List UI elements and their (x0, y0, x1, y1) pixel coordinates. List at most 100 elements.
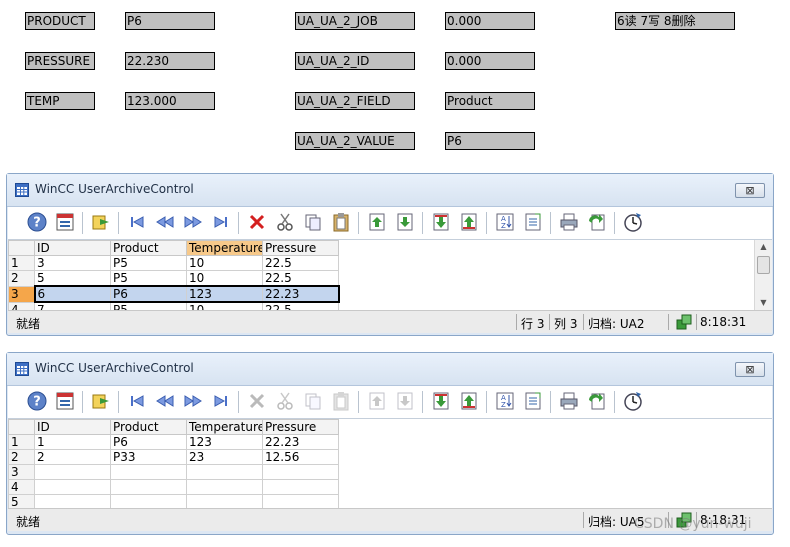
cell-id[interactable]: 2 (34, 449, 111, 465)
table-row[interactable]: 4 (8, 479, 339, 495)
cell-id[interactable]: 7 (34, 301, 111, 310)
table-row[interactable]: 2 2 P33 23 12.56 (8, 449, 339, 465)
close-button[interactable]: ⊠ (735, 362, 765, 377)
first-record-icon[interactable] (126, 211, 148, 233)
cut-icon[interactable] (274, 390, 296, 412)
row-number[interactable]: 4 (8, 479, 35, 495)
row-number[interactable]: 2 (8, 270, 35, 287)
cell-product[interactable]: P5 (110, 270, 187, 287)
cell-id[interactable]: 5 (34, 270, 111, 287)
print-icon[interactable] (558, 211, 580, 233)
column-header-id[interactable]: ID (34, 240, 111, 256)
row-number[interactable]: 5 (8, 494, 35, 508)
cell-product[interactable] (110, 494, 187, 508)
cell-product[interactable]: P5 (110, 301, 187, 310)
delete-icon[interactable] (246, 390, 268, 412)
next-page-icon[interactable] (182, 211, 204, 233)
connect-icon[interactable] (90, 211, 112, 233)
export-icon[interactable] (394, 211, 416, 233)
print-icon[interactable] (558, 390, 580, 412)
column-header-pressure[interactable]: Pressure (262, 419, 339, 435)
table-row-selected[interactable]: 3 6 P6 123 22.23 (8, 285, 340, 303)
id-value[interactable]: 0.000 (445, 52, 535, 70)
row-number[interactable]: 4 (8, 301, 35, 310)
row-number[interactable]: 3 (8, 285, 35, 303)
row-number[interactable]: 2 (8, 449, 35, 465)
connect-icon[interactable] (90, 390, 112, 412)
previous-page-icon[interactable] (154, 211, 176, 233)
previous-page-icon[interactable] (154, 390, 176, 412)
cell-id[interactable]: 3 (34, 255, 111, 271)
column-header-product[interactable]: Product (110, 419, 187, 435)
help-icon[interactable]: ? (26, 211, 48, 233)
cell-pressure[interactable] (262, 494, 339, 508)
cell-temperature[interactable]: 10 (186, 270, 263, 287)
cell-product[interactable] (110, 464, 187, 480)
cell-pressure[interactable]: 12.56 (262, 449, 339, 465)
paste-icon[interactable] (330, 390, 352, 412)
cell-product[interactable]: P6 (110, 434, 187, 450)
column-header-pressure[interactable]: Pressure (262, 240, 339, 256)
cell-id[interactable]: 1 (34, 434, 111, 450)
cell-pressure[interactable]: 22.23 (262, 434, 339, 450)
cell-temperature[interactable]: 123 (186, 434, 263, 450)
first-record-icon[interactable] (126, 390, 148, 412)
cell-temperature[interactable]: 10 (186, 255, 263, 271)
export-icon[interactable] (394, 390, 416, 412)
cell-temperature[interactable]: 23 (186, 449, 263, 465)
export-data-icon[interactable] (586, 390, 608, 412)
next-page-icon[interactable] (182, 390, 204, 412)
product-value[interactable]: P6 (125, 12, 215, 30)
cell-id[interactable]: 6 (33, 285, 111, 303)
dialog-settings-icon[interactable] (54, 211, 76, 233)
help-icon[interactable]: ? (26, 390, 48, 412)
vertical-scrollbar[interactable]: ▲ ▼ (754, 240, 772, 310)
write-tags-icon[interactable] (458, 390, 480, 412)
delete-icon[interactable] (246, 211, 268, 233)
field-value[interactable]: Product (445, 92, 535, 110)
cell-pressure[interactable]: 22.5 (262, 270, 339, 287)
sort-icon[interactable]: AZ (494, 211, 516, 233)
row-number[interactable]: 1 (8, 434, 35, 450)
job-value[interactable]: 0.000 (445, 12, 535, 30)
write-tags-icon[interactable] (458, 211, 480, 233)
cell-id[interactable] (34, 479, 111, 495)
cell-pressure[interactable]: 22.5 (262, 255, 339, 271)
read-tags-icon[interactable] (430, 390, 452, 412)
table-row[interactable]: 2 5 P5 10 22.5 (8, 270, 339, 287)
copy-icon[interactable] (302, 390, 324, 412)
paste-icon[interactable] (330, 211, 352, 233)
cell-temperature[interactable] (186, 464, 263, 480)
column-header-id[interactable]: ID (34, 419, 111, 435)
cut-icon[interactable] (274, 211, 296, 233)
last-record-icon[interactable] (210, 211, 232, 233)
column-header-temperature[interactable]: Temperature (186, 240, 263, 256)
table-row[interactable]: 1 1 P6 123 22.23 (8, 434, 339, 450)
scroll-up-arrow-icon[interactable]: ▲ (755, 240, 772, 254)
cell-temperature[interactable] (186, 479, 263, 495)
cell-product[interactable]: P6 (110, 285, 187, 303)
read-tags-icon[interactable] (430, 211, 452, 233)
cell-temperature[interactable]: 123 (186, 285, 263, 303)
select-data-icon[interactable] (522, 211, 544, 233)
row-number[interactable]: 1 (8, 255, 35, 271)
cell-product[interactable] (110, 479, 187, 495)
corner-cell[interactable] (8, 419, 35, 435)
cell-pressure[interactable]: 22.5 (262, 301, 339, 310)
timebase-icon[interactable] (622, 211, 644, 233)
dialog-settings-icon[interactable] (54, 390, 76, 412)
column-header-temperature[interactable]: Temperature (186, 419, 263, 435)
copy-icon[interactable] (302, 211, 324, 233)
cell-pressure[interactable] (262, 479, 339, 495)
table-row[interactable]: 5 (8, 494, 339, 508)
column-header-product[interactable]: Product (110, 240, 187, 256)
scroll-down-arrow-icon[interactable]: ▼ (755, 296, 772, 310)
table-row[interactable]: 4 7 P5 10 22.5 (8, 301, 339, 310)
cell-product[interactable]: P5 (110, 255, 187, 271)
value-value[interactable]: P6 (445, 132, 535, 150)
export-data-icon[interactable] (586, 211, 608, 233)
cell-temperature[interactable] (186, 494, 263, 508)
pressure-value[interactable]: 22.230 (125, 52, 215, 70)
import-icon[interactable] (366, 211, 388, 233)
corner-cell[interactable] (8, 240, 35, 256)
